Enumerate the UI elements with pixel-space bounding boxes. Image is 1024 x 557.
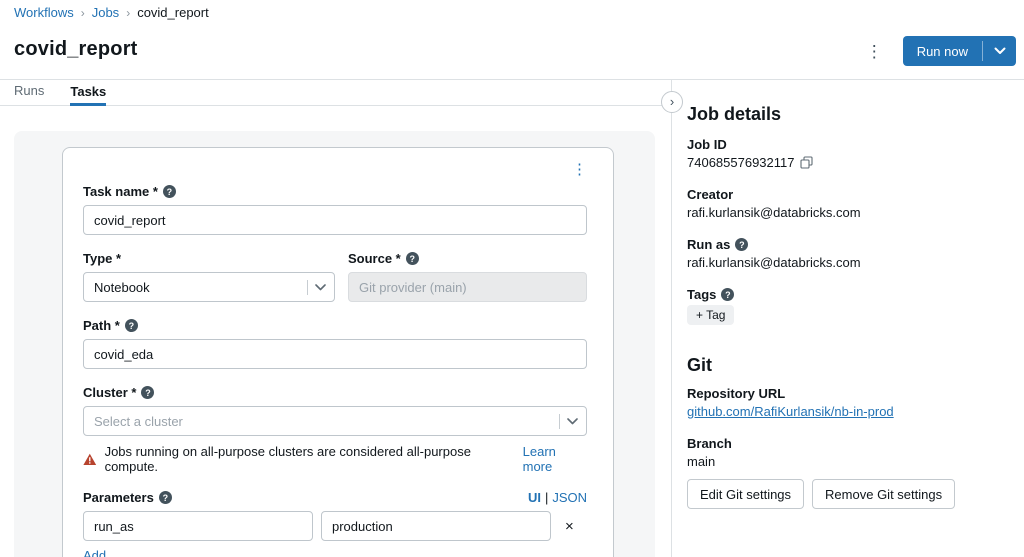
run-as-value: rafi.kurlansik@databricks.com (687, 255, 1004, 270)
breadcrumb-current: covid_report (137, 5, 209, 20)
job-details-heading: Job details (687, 104, 1004, 125)
cluster-label: Cluster * (83, 385, 136, 400)
chevron-down-icon (567, 418, 578, 425)
parameters-json-link[interactable]: JSON (552, 490, 587, 505)
parameters-label: Parameters (83, 490, 154, 505)
tab-tasks[interactable]: Tasks (70, 84, 106, 106)
remove-parameter-icon[interactable]: × (565, 518, 574, 535)
parameter-key-input[interactable] (83, 511, 313, 541)
task-name-label: Task name * (83, 184, 158, 199)
branch-field: Branch main (687, 436, 1004, 469)
git-buttons: Edit Git settings Remove Git settings (687, 479, 1004, 509)
cluster-select-placeholder: Select a cluster (94, 414, 183, 429)
page-header: Workflows › Jobs › covid_report covid_re… (0, 0, 1024, 80)
run-now-split-button: Run now (903, 36, 1016, 66)
help-icon[interactable]: ? (163, 185, 176, 198)
task-editor-pane: Runs Tasks ⋮ Task name * ? Type * (0, 80, 672, 557)
chevron-down-icon (994, 47, 1006, 55)
breadcrumb-workflows[interactable]: Workflows (14, 5, 74, 20)
task-canvas: ⋮ Task name * ? Type * Notebook (14, 131, 655, 557)
task-card: ⋮ Task name * ? Type * Notebook (62, 147, 614, 557)
warning-text: Jobs running on all-purpose clusters are… (105, 444, 515, 474)
add-tag-button[interactable]: + Tag (687, 305, 734, 325)
breadcrumb: Workflows › Jobs › covid_report (14, 5, 209, 20)
source-label: Source * (348, 251, 401, 266)
help-icon[interactable]: ? (406, 252, 419, 265)
select-divider (307, 280, 308, 295)
parameter-row: × (83, 511, 587, 541)
parameter-value-input[interactable] (321, 511, 551, 541)
breadcrumb-jobs[interactable]: Jobs (92, 5, 119, 20)
job-id-label: Job ID (687, 137, 1004, 152)
creator-label: Creator (687, 187, 1004, 202)
help-icon[interactable]: ? (125, 319, 138, 332)
cluster-select[interactable]: Select a cluster (83, 406, 587, 436)
tab-runs[interactable]: Runs (14, 83, 44, 105)
view-toggle-separator: | (545, 490, 548, 505)
job-id-field: Job ID 740685576932117 (687, 137, 1004, 170)
breadcrumb-separator-icon: › (81, 6, 85, 20)
job-details-panel: Job details Job ID 740685576932117 Creat… (673, 80, 1024, 557)
warning-icon (83, 453, 97, 466)
main-area: › Runs Tasks ⋮ Task name * ? Type * (0, 80, 1024, 557)
creator-value: rafi.kurlansik@databricks.com (687, 205, 1004, 220)
task-name-input[interactable] (83, 205, 587, 235)
repository-url-link[interactable]: github.com/RafiKurlansik/nb-in-prod (687, 404, 894, 419)
source-input (348, 272, 587, 302)
edit-git-settings-button[interactable]: Edit Git settings (687, 479, 804, 509)
type-select[interactable]: Notebook (83, 272, 335, 302)
parameters-view-toggle: UI | JSON (528, 490, 587, 505)
path-input[interactable] (83, 339, 587, 369)
path-label: Path * (83, 318, 120, 333)
branch-label: Branch (687, 436, 1004, 451)
remove-git-settings-button[interactable]: Remove Git settings (812, 479, 955, 509)
parameters-ui-link[interactable]: UI (528, 490, 541, 505)
run-as-label: Run as (687, 237, 730, 252)
git-heading: Git (687, 355, 1004, 376)
chevron-down-icon (315, 284, 326, 291)
help-icon[interactable]: ? (735, 238, 748, 251)
learn-more-link[interactable]: Learn more (523, 444, 587, 474)
copy-icon[interactable] (800, 156, 813, 169)
tab-bar: Runs Tasks (0, 80, 671, 106)
run-now-button[interactable]: Run now (903, 36, 982, 66)
tags-field: Tags ? + Tag (687, 287, 1004, 325)
page-title: covid_report (14, 38, 138, 61)
breadcrumb-separator-icon: › (126, 6, 130, 20)
type-label: Type * (83, 251, 121, 266)
repository-url-label: Repository URL (687, 386, 1004, 401)
creator-field: Creator rafi.kurlansik@databricks.com (687, 187, 1004, 220)
header-actions: ⋮ Run now (858, 36, 1016, 66)
branch-value: main (687, 454, 1004, 469)
repository-url-field: Repository URL github.com/RafiKurlansik/… (687, 386, 1004, 419)
collapse-panel-button[interactable]: › (661, 91, 683, 113)
task-menu-kebab-icon[interactable]: ⋮ (83, 160, 587, 180)
run-now-dropdown-button[interactable] (983, 36, 1016, 66)
chevron-right-icon: › (670, 95, 674, 108)
help-icon[interactable]: ? (721, 288, 734, 301)
job-id-value: 740685576932117 (687, 155, 795, 170)
run-as-field: Run as ? rafi.kurlansik@databricks.com (687, 237, 1004, 270)
help-icon[interactable]: ? (141, 386, 154, 399)
tags-label: Tags (687, 287, 716, 302)
help-icon[interactable]: ? (159, 491, 172, 504)
job-menu-kebab-icon[interactable]: ⋮ (858, 41, 891, 62)
cluster-warning: Jobs running on all-purpose clusters are… (83, 444, 587, 474)
type-select-value: Notebook (94, 280, 150, 295)
add-parameter-link[interactable]: Add (83, 548, 106, 557)
select-divider (559, 414, 560, 429)
